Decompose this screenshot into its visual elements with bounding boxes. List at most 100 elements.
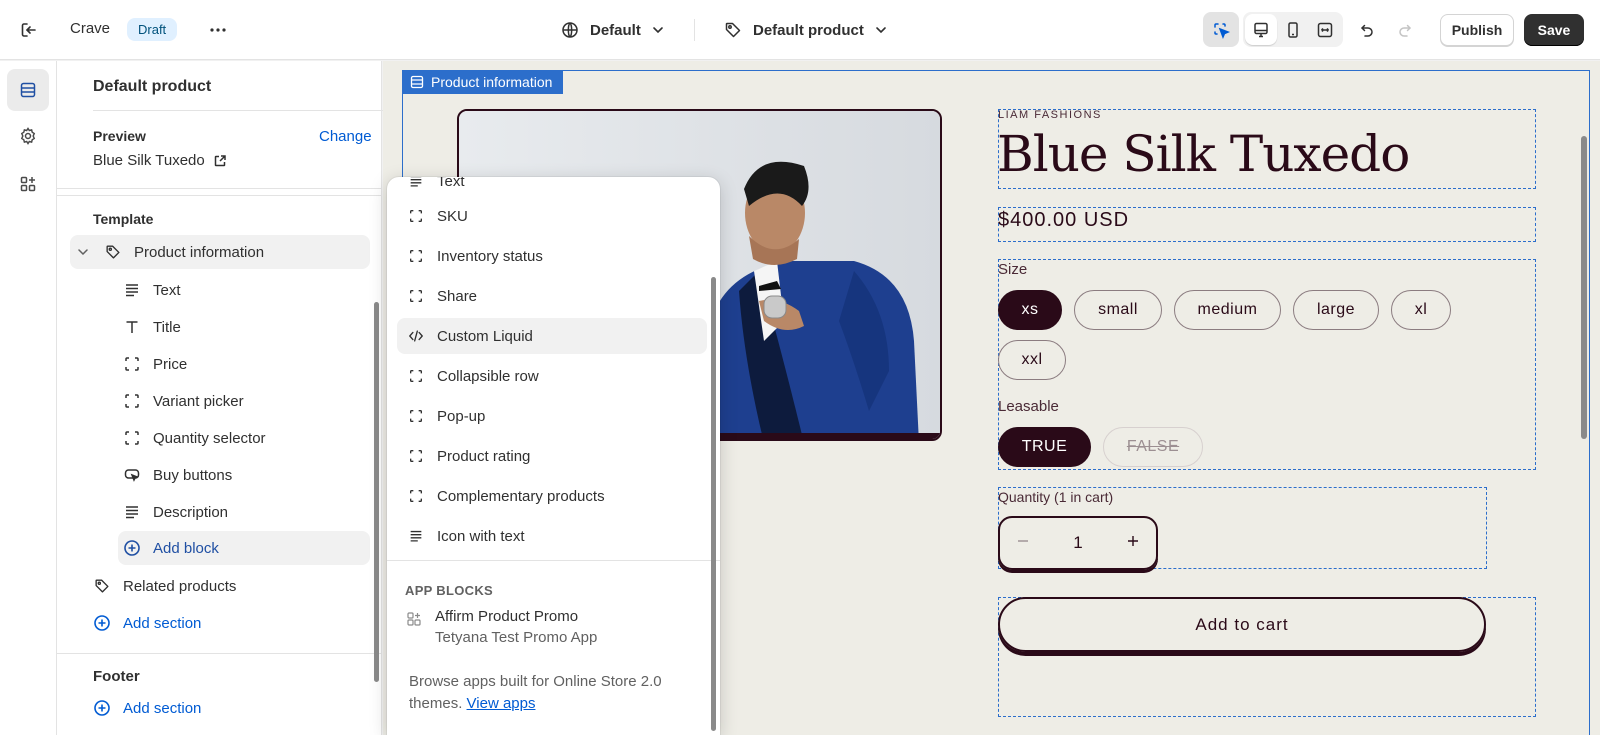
divider <box>694 19 695 41</box>
app-block-affirm[interactable]: Affirm Product Promo Tetyana Test Promo … <box>405 608 597 646</box>
leasable-option-false[interactable]: FALSE <box>1103 427 1203 467</box>
size-label: Size <box>998 261 1028 278</box>
divider <box>57 195 382 196</box>
code-icon <box>407 327 425 345</box>
mobile-icon[interactable] <box>1277 14 1309 45</box>
leasable-option-true[interactable]: TRUE <box>998 427 1091 467</box>
desktop-icon[interactable] <box>1245 14 1277 45</box>
view-apps-link[interactable]: View apps <box>467 695 536 712</box>
block-option-label: SKU <box>437 207 468 225</box>
block-variant-picker[interactable]: Variant picker <box>123 384 373 418</box>
external-link-icon <box>214 154 226 166</box>
block-option-label: Product rating <box>437 447 531 465</box>
app-icon <box>405 610 423 628</box>
block-option-text[interactable]: Text <box>397 177 707 199</box>
add-to-cart-button[interactable]: Add to cart <box>998 597 1486 652</box>
globe-icon <box>562 22 578 38</box>
redo-icon[interactable] <box>1392 16 1420 44</box>
block-option-sku[interactable]: SKU <box>397 198 707 234</box>
block-text[interactable]: Text <box>123 273 373 307</box>
undo-icon[interactable] <box>1352 16 1380 44</box>
section-related-products[interactable]: Related products <box>93 569 373 603</box>
template-selector[interactable]: Default product <box>723 17 888 43</box>
chevron-down-icon <box>876 27 886 34</box>
tag-icon <box>104 243 122 261</box>
chevron-down-icon[interactable] <box>74 243 92 261</box>
block-label: Variant picker <box>153 392 244 410</box>
block-option-label: Icon with text <box>437 527 525 545</box>
add-section-label: Add section <box>123 614 202 632</box>
tag-icon <box>725 22 741 38</box>
gear-icon[interactable] <box>7 115 49 157</box>
block-title[interactable]: Title <box>123 310 373 344</box>
text-align-icon <box>407 527 425 545</box>
size-option-xxl[interactable]: xxl <box>998 340 1066 380</box>
block-option-pop-up[interactable]: Pop-up <box>397 398 707 434</box>
app-block-vendor: Tetyana Test Promo App <box>435 629 598 646</box>
minus-icon[interactable] <box>1016 533 1030 553</box>
block-option-inventory-status[interactable]: Inventory status <box>397 238 707 274</box>
popover-scrollbar[interactable] <box>711 277 716 731</box>
block-label: Buy buttons <box>153 466 233 484</box>
full-width-icon[interactable] <box>1309 14 1341 45</box>
add-section-button[interactable]: Add section <box>93 606 373 640</box>
save-button[interactable]: Save <box>1524 14 1584 46</box>
theme-selector[interactable]: Default <box>560 17 665 43</box>
app-block-name: Affirm Product Promo <box>435 608 579 625</box>
select-cursor-icon[interactable] <box>1203 12 1239 47</box>
block-option-complementary-products[interactable]: Complementary products <box>397 478 707 514</box>
block-option-label: Complementary products <box>437 487 605 505</box>
section-product-information[interactable]: Product information <box>70 235 370 269</box>
apps-icon[interactable] <box>7 163 49 205</box>
sidebar-title: Default product <box>93 78 212 95</box>
quantity-stepper: 1 <box>998 516 1158 570</box>
plus-circle-icon <box>123 539 141 557</box>
block-quantity-selector[interactable]: Quantity selector <box>123 421 373 455</box>
quantity-value[interactable]: 1 <box>1073 533 1082 553</box>
footer-heading: Footer <box>93 668 140 685</box>
block-option-label: Text <box>437 177 465 190</box>
block-price[interactable]: Price <box>123 347 373 381</box>
add-block-button[interactable]: Add block <box>118 531 370 565</box>
add-block-label: Add block <box>153 539 219 557</box>
block-option-icon-with-text[interactable]: Icon with text <box>397 518 707 554</box>
section-tag[interactable]: Product information <box>402 70 564 94</box>
app-blocks-heading: APP BLOCKS <box>405 583 493 598</box>
block-option-label: Inventory status <box>437 247 543 265</box>
exit-icon[interactable] <box>14 16 44 44</box>
block-frame-icon <box>407 367 425 385</box>
block-frame-icon <box>407 407 425 425</box>
plus-icon[interactable] <box>1126 533 1140 553</box>
block-option-custom-liquid[interactable]: Custom Liquid <box>397 318 707 354</box>
size-option-large[interactable]: large <box>1293 290 1379 330</box>
more-horizontal-icon[interactable] <box>203 16 233 44</box>
theme-label: Default <box>590 21 641 39</box>
size-option-small[interactable]: small <box>1074 290 1162 330</box>
plus-circle-icon <box>93 614 111 632</box>
block-buy-buttons[interactable]: Buy buttons <box>123 458 373 492</box>
sections-icon[interactable] <box>7 69 49 111</box>
block-label: Description <box>153 503 229 521</box>
size-option-xl[interactable]: xl <box>1391 290 1451 330</box>
block-option-product-rating[interactable]: Product rating <box>397 438 707 474</box>
block-description[interactable]: Description <box>123 495 373 529</box>
block-option-share[interactable]: Share <box>397 278 707 314</box>
block-option-label: Share <box>437 287 478 305</box>
sidebar-scrollbar[interactable] <box>374 302 379 682</box>
block-option-collapsible-row[interactable]: Collapsible row <box>397 358 707 394</box>
footer-add-section-button[interactable]: Add section <box>93 691 373 725</box>
publish-button[interactable]: Publish <box>1440 14 1514 46</box>
title-icon <box>123 318 141 336</box>
preview-product[interactable]: Blue Silk Tuxedo <box>93 152 227 169</box>
change-preview-link[interactable]: Change <box>319 128 372 145</box>
size-option-medium[interactable]: medium <box>1174 290 1281 330</box>
text-align-icon <box>407 177 425 190</box>
size-option-xs[interactable]: xs <box>998 290 1062 330</box>
store-name[interactable]: Crave <box>70 20 110 37</box>
block-frame-icon <box>407 487 425 505</box>
preview-product-name: Blue Silk Tuxedo <box>93 152 205 169</box>
product-title: Blue Silk Tuxedo <box>997 125 1410 183</box>
preview-label: Preview <box>93 128 146 144</box>
section-icon <box>410 75 424 89</box>
canvas-scrollbar[interactable] <box>1581 136 1587 439</box>
